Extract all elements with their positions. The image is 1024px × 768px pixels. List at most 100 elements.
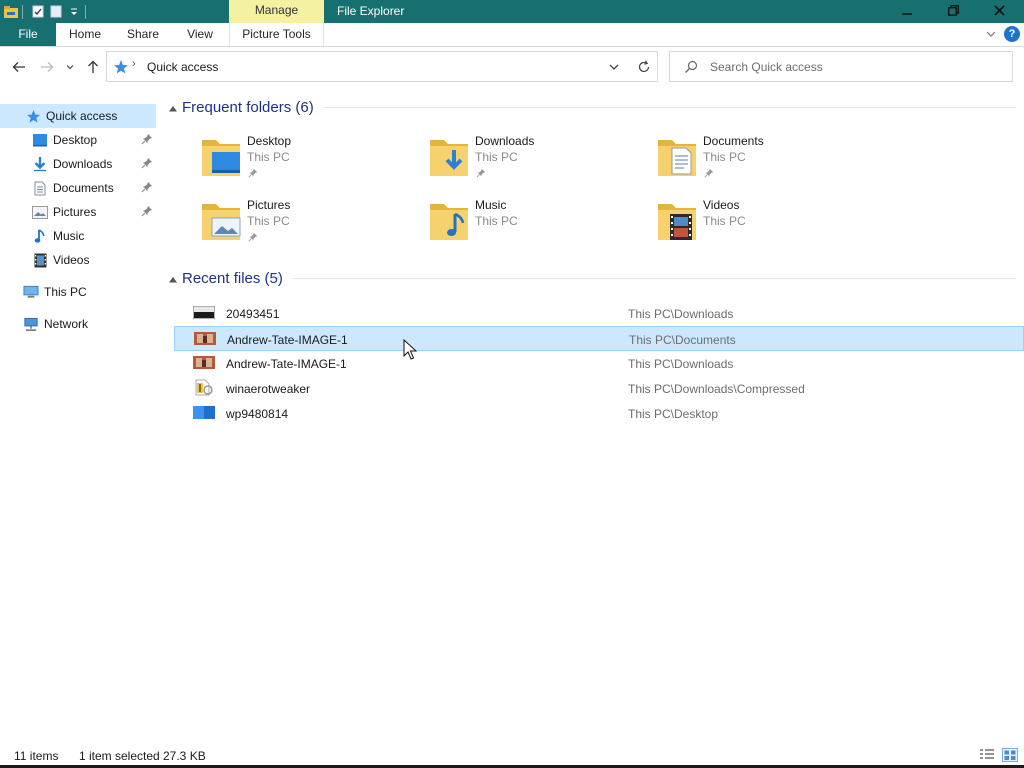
desktop-folder-icon xyxy=(200,134,244,178)
nav-item-quick-access[interactable]: Quick access xyxy=(0,104,156,128)
recent-files-header[interactable]: Recent files (5) xyxy=(168,270,1016,287)
image-thumbnail-icon xyxy=(193,356,217,370)
tab-view[interactable]: View xyxy=(178,23,222,46)
properties-icon[interactable] xyxy=(31,5,45,19)
breadcrumb-separator[interactable]: › xyxy=(132,58,136,70)
recent-file-row[interactable]: 20493451 This PC\Downloads xyxy=(174,301,1024,326)
folder-name: Music xyxy=(475,198,507,212)
new-folder-icon[interactable] xyxy=(49,5,63,19)
search-icon xyxy=(684,60,698,74)
nav-item-label: Videos xyxy=(53,253,90,267)
folder-location: This PC xyxy=(475,214,518,228)
breadcrumb-quick-access[interactable]: Quick access xyxy=(147,60,218,74)
details-view-icon[interactable] xyxy=(979,748,995,762)
file-location: This PC\Documents xyxy=(629,333,736,347)
minimize-button[interactable] xyxy=(884,0,930,23)
customize-toolbar-icon[interactable] xyxy=(67,5,81,19)
nav-item-pictures[interactable]: Pictures xyxy=(0,200,156,224)
address-history-chevron-down-icon[interactable] xyxy=(607,60,621,74)
pin-icon[interactable] xyxy=(141,133,153,145)
nav-item-videos[interactable]: Videos xyxy=(0,248,156,272)
tab-home[interactable]: Home xyxy=(58,23,112,46)
nav-item-downloads[interactable]: Downloads xyxy=(0,152,156,176)
nav-item-this-pc[interactable]: This PC xyxy=(0,280,156,304)
folder-location: This PC xyxy=(475,150,518,164)
videos-folder-icon xyxy=(656,198,700,242)
frequent-folder-desktop[interactable]: Desktop This PC xyxy=(200,132,420,184)
frequent-folder-documents[interactable]: Documents This PC xyxy=(656,132,876,184)
up-arrow-icon[interactable] xyxy=(84,58,102,76)
nav-item-music[interactable]: Music xyxy=(0,224,156,248)
minimize-icon xyxy=(902,5,912,19)
forward-arrow-icon[interactable] xyxy=(38,58,56,76)
pin-icon[interactable] xyxy=(248,231,258,242)
nav-item-desktop[interactable]: Desktop xyxy=(0,128,156,152)
recent-file-row[interactable]: winaerotweaker This PC\Downloads\Compres… xyxy=(174,376,1024,401)
section-divider xyxy=(323,107,1016,108)
folder-name: Desktop xyxy=(247,134,292,148)
frequent-folders-header[interactable]: Frequent folders (6) xyxy=(168,99,1016,116)
file-name: wp9480814 xyxy=(226,407,289,421)
tab-file[interactable]: File xyxy=(0,23,56,46)
folder-name: Documents xyxy=(703,134,764,148)
nav-item-network[interactable]: Network xyxy=(0,312,156,336)
collapse-caret-icon[interactable] xyxy=(168,103,178,113)
tab-share[interactable]: Share xyxy=(118,23,168,46)
pin-icon[interactable] xyxy=(141,181,153,193)
star-icon xyxy=(25,108,41,124)
tab-picture-tools[interactable]: Picture Tools xyxy=(229,23,324,46)
search-box[interactable] xyxy=(669,51,1013,82)
nav-item-label: Network xyxy=(44,317,89,331)
help-icon[interactable]: ? xyxy=(1004,26,1020,42)
item-count: 11 items xyxy=(14,749,59,763)
pin-icon[interactable] xyxy=(248,167,258,178)
toolbar-separator xyxy=(22,4,23,19)
folder-location: This PC xyxy=(703,214,746,228)
pin-icon[interactable] xyxy=(141,157,153,169)
folder-location: This PC xyxy=(703,150,746,164)
recent-file-row[interactable]: wp9480814 This PC\Desktop xyxy=(174,401,1024,426)
recent-locations-chevron-down-icon[interactable] xyxy=(63,58,77,76)
collapse-caret-icon[interactable] xyxy=(168,274,178,284)
frequent-folder-music[interactable]: Music This PC xyxy=(428,196,648,248)
nav-item-label: Music xyxy=(53,229,85,243)
manage-context-tab[interactable]: Manage xyxy=(229,0,324,23)
expand-ribbon-chevron-down-icon[interactable] xyxy=(984,27,998,41)
refresh-icon[interactable] xyxy=(636,59,652,75)
file-location: This PC\Downloads xyxy=(628,307,734,321)
navigation-bar: › Quick access xyxy=(0,47,1024,87)
recent-file-row-selected[interactable]: Andrew-Tate-IMAGE-1 This PC\Documents xyxy=(174,326,1024,351)
section-title: Recent files (5) xyxy=(182,270,283,287)
back-arrow-icon[interactable] xyxy=(10,58,28,76)
folder-name: Videos xyxy=(703,198,740,212)
quick-access-star-icon xyxy=(113,59,129,75)
section-divider xyxy=(292,278,1016,279)
recent-file-row[interactable]: Andrew-Tate-IMAGE-1 This PC\Downloads xyxy=(174,351,1024,376)
restore-button[interactable] xyxy=(930,0,976,23)
image-thumbnail-icon xyxy=(194,332,218,346)
navigation-pane: Quick access Desktop Downloads Documents… xyxy=(0,98,158,738)
image-thumbnail-icon xyxy=(192,305,217,320)
file-location: This PC\Downloads xyxy=(628,357,734,371)
selection-size: 27.3 KB xyxy=(163,749,206,763)
restore-icon xyxy=(947,4,959,19)
folder-name: Downloads xyxy=(475,134,535,148)
frequent-folder-pictures[interactable]: Pictures This PC xyxy=(200,196,420,248)
pin-icon[interactable] xyxy=(704,167,714,178)
nav-item-documents[interactable]: Documents xyxy=(0,176,156,200)
pin-icon[interactable] xyxy=(141,205,153,217)
ribbon-tabs: File Home Share View Picture Tools ? xyxy=(0,23,1024,47)
file-name: Andrew-Tate-IMAGE-1 xyxy=(226,357,347,371)
close-button[interactable] xyxy=(976,0,1022,23)
nav-item-label: Downloads xyxy=(53,157,113,171)
large-icons-view-icon[interactable] xyxy=(1002,748,1018,762)
nav-item-label: This PC xyxy=(44,285,87,299)
frequent-folder-downloads[interactable]: Downloads This PC xyxy=(428,132,648,184)
file-name: 20493451 xyxy=(226,307,280,321)
pin-icon[interactable] xyxy=(476,167,486,178)
frequent-folder-videos[interactable]: Videos This PC xyxy=(656,196,876,248)
network-icon xyxy=(23,316,39,332)
search-input[interactable] xyxy=(710,58,1000,76)
explorer-app-icon[interactable] xyxy=(4,5,18,19)
address-bar[interactable]: › Quick access xyxy=(106,51,658,82)
